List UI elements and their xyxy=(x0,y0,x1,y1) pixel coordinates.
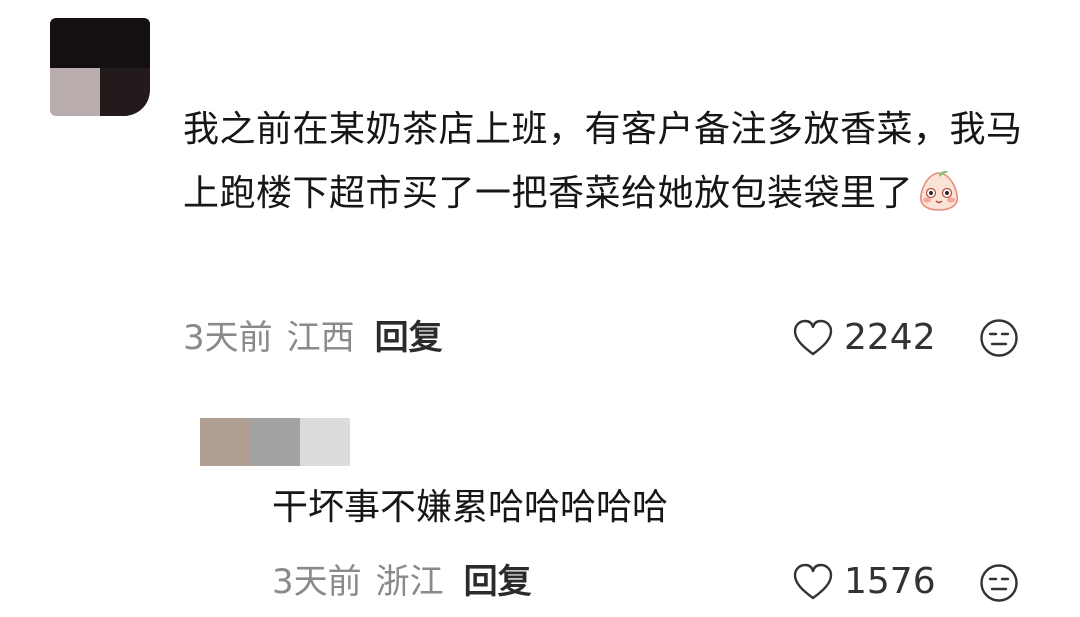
reply-like-button[interactable]: 1576 xyxy=(792,561,936,602)
heart-icon xyxy=(793,563,833,599)
reply-button[interactable]: 回复 xyxy=(375,318,443,358)
avatar-pixel xyxy=(200,418,250,466)
comment-text: 我之前在某奶茶店上班，有客户备注多放香菜，我马上跑楼下超市买了一把香菜给她放包装… xyxy=(183,109,1023,214)
reply-button[interactable]: 回复 xyxy=(464,562,532,602)
avatar-pixel xyxy=(100,68,150,116)
avatar-pixel xyxy=(50,18,150,68)
comment-time: 3天前 xyxy=(183,318,273,358)
avatar-pixel xyxy=(250,418,300,466)
avatar-pixel xyxy=(50,68,100,116)
reply-like-count: 1576 xyxy=(844,561,936,602)
comment-body: 我之前在某奶茶店上班，有客户备注多放香菜，我马上跑楼下超市买了一把香菜给她放包装… xyxy=(183,98,1033,226)
dislike-face-icon[interactable] xyxy=(979,318,1019,358)
comment-meta: 3天前 江西 回复 xyxy=(183,318,443,358)
reply-body: 干坏事不嫌累哈哈哈哈哈 xyxy=(272,487,669,528)
dislike-face-icon[interactable] xyxy=(979,563,1019,603)
blush-face-emoji-icon xyxy=(919,171,959,211)
reply-avatar[interactable] xyxy=(200,418,350,466)
comment-location: 江西 xyxy=(286,318,355,358)
like-count: 2242 xyxy=(844,317,936,358)
reply-time: 3天前 xyxy=(272,562,362,602)
heart-icon xyxy=(793,319,833,355)
like-button[interactable]: 2242 xyxy=(792,317,936,358)
reply-meta: 3天前 浙江 回复 xyxy=(272,562,532,602)
reply-location: 浙江 xyxy=(375,562,444,602)
avatar[interactable] xyxy=(50,18,150,116)
avatar-pixel xyxy=(300,418,350,466)
